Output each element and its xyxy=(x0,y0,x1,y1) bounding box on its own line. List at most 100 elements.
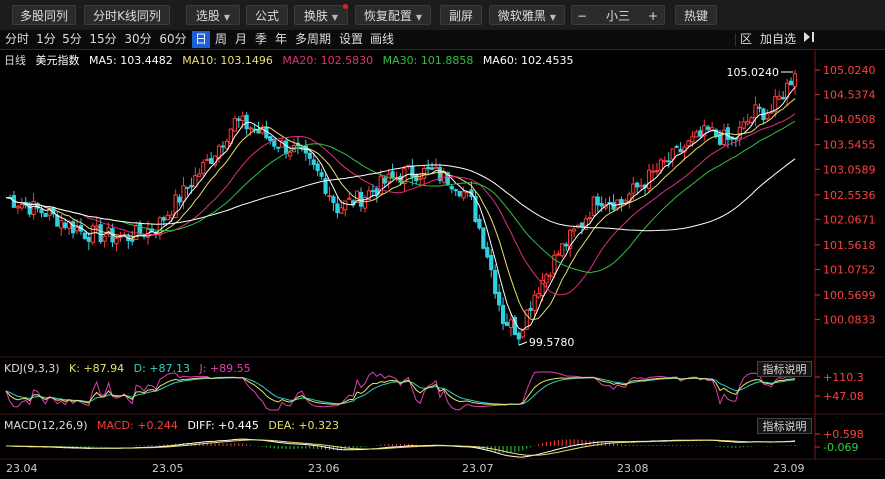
candle-body xyxy=(39,208,44,214)
candle-body xyxy=(327,195,332,198)
select-stock-button[interactable]: 选股 ▼ xyxy=(186,5,240,25)
macd-dea-value: DEA: +0.323 xyxy=(268,419,340,432)
macd-tick-label: +0.598 xyxy=(823,428,864,441)
candle-body xyxy=(130,238,135,242)
zone-button[interactable]: 区 xyxy=(738,31,754,48)
formula-button[interactable]: 公式 xyxy=(246,5,288,25)
candle-body xyxy=(232,118,237,132)
candle-body xyxy=(453,189,458,192)
candle-body xyxy=(98,224,103,243)
kdj-tick-label: +47.08 xyxy=(823,390,864,403)
low-price-label: 99.5780 xyxy=(529,336,575,349)
kdj-k-line xyxy=(5,377,796,405)
candle-body xyxy=(410,165,415,177)
dropdown-arrow-icon: ▼ xyxy=(415,13,423,22)
font-size-minus-button[interactable]: − xyxy=(577,6,587,26)
price-tick-label: 103.5455 xyxy=(823,139,876,152)
candle-body xyxy=(287,152,293,157)
candle-body xyxy=(662,160,667,163)
candle-body xyxy=(209,158,214,165)
candle-body xyxy=(571,228,577,232)
period-tab-1m[interactable]: 1分 xyxy=(35,31,57,48)
candle-body xyxy=(19,204,24,209)
candle-body xyxy=(31,200,36,215)
period-tab-30m[interactable]: 30分 xyxy=(122,31,154,48)
font-size-plus-button[interactable]: + xyxy=(648,6,658,26)
font-size-control: − 小三 + xyxy=(571,5,665,25)
settings-tab[interactable]: 设置 xyxy=(337,31,365,48)
candle-body xyxy=(497,291,502,306)
candle-body xyxy=(631,183,636,194)
sub-screen-button[interactable]: 副屏 xyxy=(440,5,482,25)
candle-body xyxy=(706,126,711,130)
period-tab-multi[interactable]: 多周期 xyxy=(292,31,334,48)
candle-body xyxy=(70,221,76,234)
period-tab-60m[interactable]: 60分 xyxy=(157,31,189,48)
price-tick-label: 105.0240 xyxy=(823,64,876,77)
candle-body xyxy=(268,136,273,141)
candle-body xyxy=(370,190,375,193)
add-favorite-button[interactable]: 加自选 xyxy=(758,31,798,48)
draw-line-tab[interactable]: 画线 xyxy=(368,31,396,48)
candle-body xyxy=(721,129,727,146)
period-label: 日线 xyxy=(4,54,26,67)
candle-body xyxy=(544,274,549,284)
period-tab-intraday[interactable]: 分时 xyxy=(2,31,32,48)
candle-body xyxy=(248,127,253,130)
kdj-help-button[interactable]: 指标说明 xyxy=(757,361,812,377)
period-tab-5m[interactable]: 5分 xyxy=(60,31,84,48)
date-label: 23.05 xyxy=(152,462,184,475)
candle-body xyxy=(536,293,541,298)
high-price-label: 105.0240 xyxy=(727,66,780,79)
candle-body xyxy=(189,184,194,188)
intraday-k-button[interactable]: 分时K线同列 xyxy=(84,5,170,25)
font-select[interactable]: 微软雅黑 ▼ xyxy=(489,5,565,25)
period-tab-quarter[interactable]: 季 xyxy=(252,31,270,48)
macd-help-button[interactable]: 指标说明 xyxy=(757,418,812,434)
font-size-value: 小三 xyxy=(605,9,630,23)
period-tab-day[interactable]: 日 xyxy=(192,31,210,48)
period-tab-week[interactable]: 周 xyxy=(212,31,230,48)
candle-body xyxy=(201,162,206,174)
macd-tick-label: -0.069 xyxy=(823,441,858,454)
candle-body xyxy=(205,158,210,161)
candle-body xyxy=(165,214,170,221)
date-label: 23.04 xyxy=(6,462,38,475)
ma60-value: MA60: 102.4535 xyxy=(482,54,574,67)
candle-body xyxy=(82,232,88,240)
ma-legend: 日线 美元指数 MA5: 103.4482 MA10: 103.1496 MA2… xyxy=(4,52,580,68)
period-tab-month[interactable]: 月 xyxy=(232,31,250,48)
candle-body xyxy=(520,330,525,338)
candle-body xyxy=(161,217,166,221)
candle-body xyxy=(311,159,316,165)
candle-body xyxy=(283,140,289,154)
skin-label: 换肤 xyxy=(303,9,328,23)
candle-body xyxy=(390,171,395,178)
ma5-line xyxy=(5,86,796,331)
candle-body xyxy=(619,199,624,205)
candle-body xyxy=(177,196,182,203)
candle-body xyxy=(694,131,699,138)
candle-body xyxy=(307,152,312,159)
kdj-title: KDJ(9,3,3) xyxy=(4,362,60,375)
skin-button[interactable]: 换肤 ▼ xyxy=(294,5,348,25)
panel-collapse-icon[interactable] xyxy=(800,31,820,48)
candle-body xyxy=(504,321,510,326)
kdj-k-value: K: +87.94 xyxy=(69,362,125,375)
restore-config-button[interactable]: 恢复配置 ▼ xyxy=(355,5,431,25)
period-bar: 分时 1分 5分 15分 30分 60分 日 周 月 季 年 多周期 设置 画线… xyxy=(0,30,885,50)
kdj-d-line xyxy=(5,377,796,405)
price-chart[interactable]: 105.0240 104.5374 104.0508 103.5455 103.0589… xyxy=(0,50,885,460)
candle-body xyxy=(489,255,494,271)
restore-config-label: 恢复配置 xyxy=(363,9,412,23)
price-tick-label: 102.0671 xyxy=(823,213,876,226)
date-label: 23.07 xyxy=(462,462,494,475)
candle-body xyxy=(477,218,482,229)
top-toolbar: 多股同列 分时K线同列 选股 ▼ 公式 换肤 ▼ 恢复配置 ▼ 副屏 微软雅黑 ▼ − … xyxy=(0,0,885,31)
candle-body xyxy=(181,185,186,202)
ma30-line xyxy=(5,120,796,274)
period-tab-15m[interactable]: 15分 xyxy=(87,31,119,48)
hotkey-button[interactable]: 热键 xyxy=(675,5,717,25)
period-tab-year[interactable]: 年 xyxy=(272,31,290,48)
multi-stock-button[interactable]: 多股同列 xyxy=(12,5,76,25)
